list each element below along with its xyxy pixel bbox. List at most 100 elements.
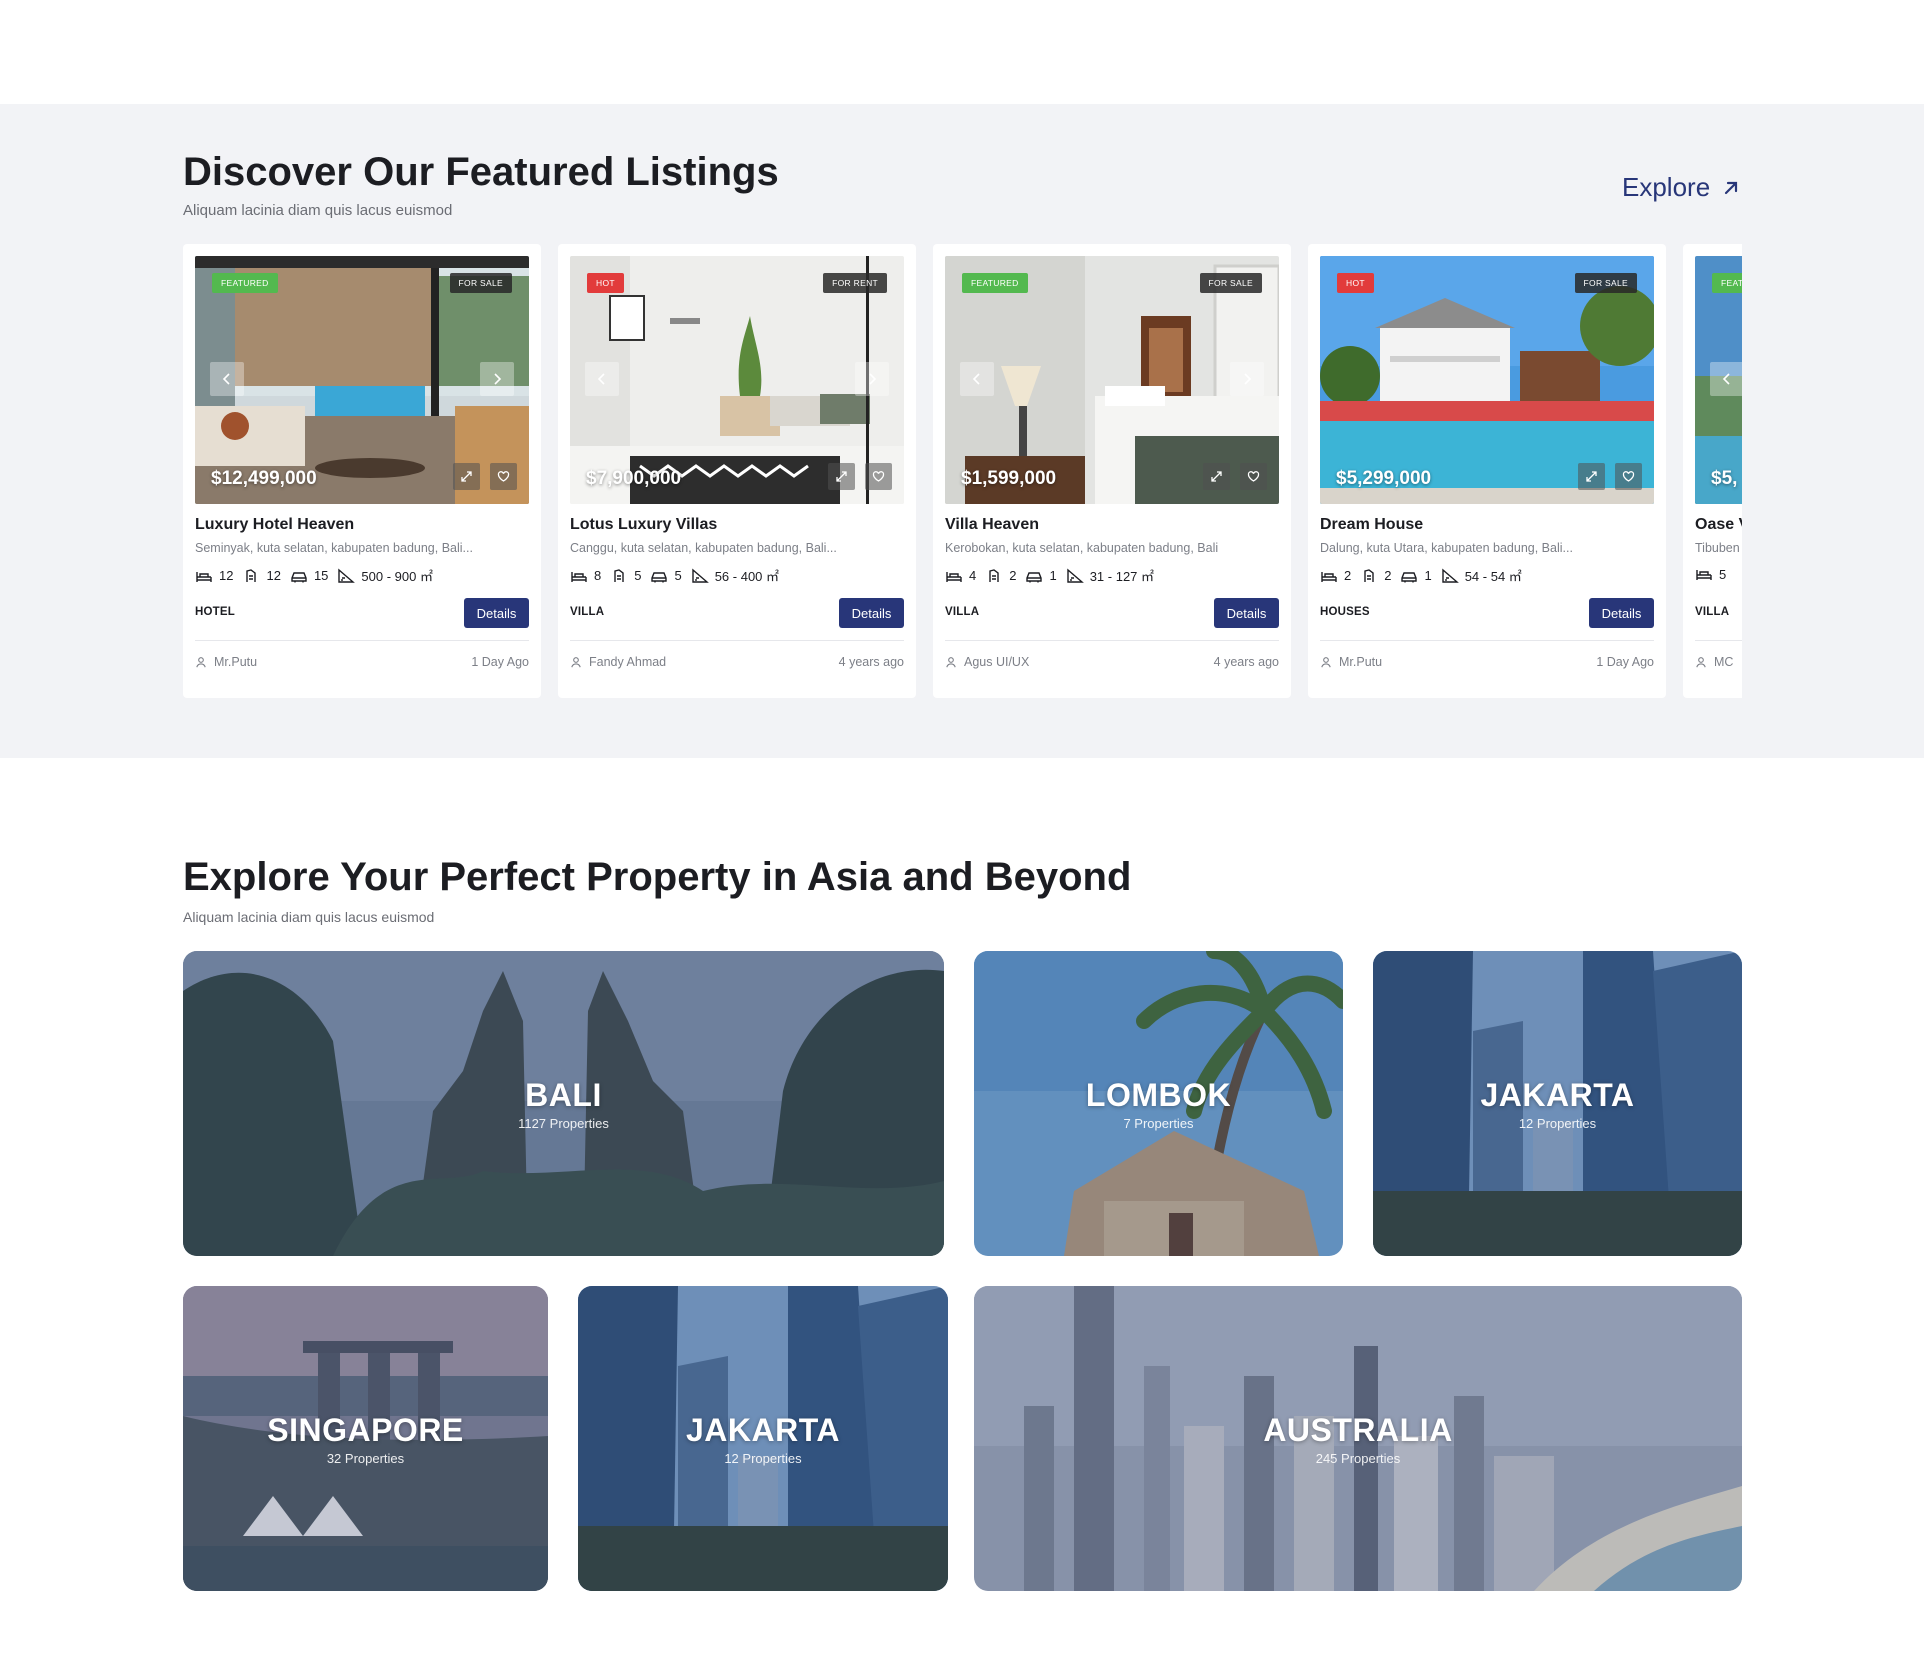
heart-icon[interactable] [1240, 463, 1267, 490]
listing-agent[interactable]: Agus UI/UX [945, 655, 1029, 669]
explore-link[interactable]: Explore [1622, 172, 1740, 203]
area-ruler-icon [338, 567, 356, 583]
listing-card: HOT FOR RENT $7,900,000 Lotus Luxury Vil… [558, 244, 916, 698]
listing-stats: 8 5 5 56 - 400 ㎡ [570, 566, 788, 585]
bed-icon [1696, 570, 1712, 580]
listing-baths: 5 [634, 568, 642, 583]
chevron-right-icon[interactable] [480, 362, 514, 396]
listing-time: 1 Day Ago [1596, 655, 1654, 669]
listing-title[interactable]: Luxury Hotel Heaven [195, 516, 354, 534]
location-name: SINGAPORE [267, 1411, 464, 1448]
heart-icon[interactable] [1615, 463, 1642, 490]
featured-title: Discover Our Featured Listings [183, 150, 779, 194]
car-icon [1401, 571, 1418, 582]
listing-baths: 2 [1009, 568, 1017, 583]
listing-type: VILLA [945, 606, 980, 618]
expand-icon[interactable] [828, 463, 855, 490]
agent-name: Fandy Ahmad [589, 655, 667, 669]
listing-photo[interactable]: FEATURED FOR SALE $1,599,000 [945, 256, 1279, 504]
listing-time: 1 Day Ago [471, 655, 529, 669]
listing-title[interactable]: Lotus Luxury Villas [570, 516, 717, 534]
card-divider [1695, 640, 1742, 641]
location-tile-lombok[interactable]: LOMBOK 7 Properties [974, 951, 1343, 1256]
listing-garage: 1 [1424, 568, 1432, 583]
listing-title[interactable]: Villa Heaven [945, 516, 1039, 534]
location-name: JAKARTA [1480, 1076, 1635, 1113]
agent-name: MC [1714, 655, 1734, 669]
heart-icon[interactable] [490, 463, 517, 490]
listing-area: 500 - 900 ㎡ [361, 569, 433, 584]
chevron-right-icon[interactable] [855, 362, 889, 396]
listings-carousel[interactable]: FEATURED FOR SALE $12,499,000 Luxury Hot… [183, 244, 1742, 698]
chevron-left-icon[interactable] [210, 362, 244, 396]
listing-type: VILLA [1695, 606, 1730, 618]
listing-photo[interactable]: HOT FOR SALE $5,299,000 [1320, 256, 1654, 504]
listing-area: 31 - 127 ㎡ [1089, 569, 1155, 584]
listing-photo[interactable]: HOT FOR RENT $7,900,000 [570, 256, 904, 504]
listing-photo[interactable]: FEAT $5, [1695, 256, 1742, 504]
listing-price: $1,599,000 [961, 468, 1057, 489]
bath-icon [614, 568, 624, 582]
listing-garage: 1 [1049, 568, 1057, 583]
location-tile-jakarta[interactable]: JAKARTA 12 Properties [1373, 951, 1742, 1256]
explore-label: Explore [1622, 172, 1711, 202]
location-tile-jakarta-2[interactable]: JAKARTA 12 Properties [578, 1286, 948, 1591]
listing-agent[interactable]: Mr.Putu [1320, 655, 1382, 669]
listing-type: VILLA [570, 606, 605, 618]
details-button[interactable]: Details [464, 598, 529, 628]
listing-badge: HOT [587, 273, 624, 293]
listing-photo[interactable]: FEATURED FOR SALE $12,499,000 [195, 256, 529, 504]
heart-icon[interactable] [865, 463, 892, 490]
car-icon [651, 571, 668, 582]
listing-agent[interactable]: Fandy Ahmad [570, 655, 666, 669]
chevron-left-icon[interactable] [960, 362, 994, 396]
details-button[interactable]: Details [1214, 598, 1279, 628]
listing-card: FEAT $5, Oase V Tibuben 5 VILLA MC [1683, 244, 1742, 698]
listing-agent[interactable]: MC [1695, 655, 1733, 669]
listing-address: Kerobokan, kuta selatan, kabupaten badun… [945, 541, 1219, 555]
location-label: AUSTRALIA 245 Properties [974, 1286, 1742, 1591]
user-icon [1321, 657, 1331, 668]
listing-address: Seminyak, kuta selatan, kabupaten badung… [195, 541, 473, 555]
listing-price: $7,900,000 [586, 468, 682, 489]
agent-name: Agus UI/UX [964, 655, 1030, 669]
listing-price: $5,299,000 [1336, 468, 1432, 489]
bath-icon [989, 568, 999, 582]
location-label: SINGAPORE 32 Properties [183, 1286, 548, 1591]
location-tile-australia[interactable]: AUSTRALIA 245 Properties [974, 1286, 1742, 1591]
expand-icon[interactable] [1203, 463, 1230, 490]
listing-time: 4 years ago [838, 655, 904, 669]
listing-status-badge: FOR SALE [449, 273, 512, 293]
car-icon [291, 571, 307, 582]
location-tile-singapore[interactable]: SINGAPORE 32 Properties [183, 1286, 548, 1591]
listing-baths: 2 [1384, 568, 1392, 583]
details-button[interactable]: Details [839, 598, 904, 628]
card-divider [945, 640, 1279, 641]
listing-agent[interactable]: Mr.Putu [195, 655, 257, 669]
area-ruler-icon [1442, 567, 1459, 583]
photo-tools [1578, 463, 1642, 490]
chevron-right-icon[interactable] [1230, 362, 1264, 396]
location-count: 245 Properties [1315, 1450, 1401, 1466]
user-icon [1696, 657, 1706, 668]
listing-badge: FEATURED [962, 273, 1028, 293]
details-button[interactable]: Details [1589, 598, 1654, 628]
listing-title[interactable]: Oase V [1695, 516, 1742, 534]
location-name: LOMBOK [1085, 1076, 1232, 1113]
listing-beds: 2 [1344, 568, 1352, 583]
listing-baths: 12 [266, 568, 281, 583]
chevron-left-icon[interactable] [1710, 362, 1742, 396]
expand-icon[interactable] [1578, 463, 1605, 490]
chevron-left-icon[interactable] [585, 362, 619, 396]
listing-price: $12,499,000 [211, 468, 317, 489]
listing-title[interactable]: Dream House [1320, 516, 1423, 534]
listing-badge: FEATURED [212, 273, 278, 293]
expand-icon[interactable] [453, 463, 480, 490]
arrow-up-right-icon [1725, 181, 1738, 194]
listing-area: 54 - 54 ㎡ [1464, 569, 1522, 584]
card-divider [570, 640, 904, 641]
listing-card: FEATURED FOR SALE $12,499,000 Luxury Hot… [183, 244, 541, 698]
listing-stats: 4 2 1 31 - 127 ㎡ [945, 566, 1163, 585]
location-tile-bali[interactable]: BALI 1127 Properties [183, 951, 944, 1256]
location-count: 1127 Properties [518, 1115, 609, 1131]
